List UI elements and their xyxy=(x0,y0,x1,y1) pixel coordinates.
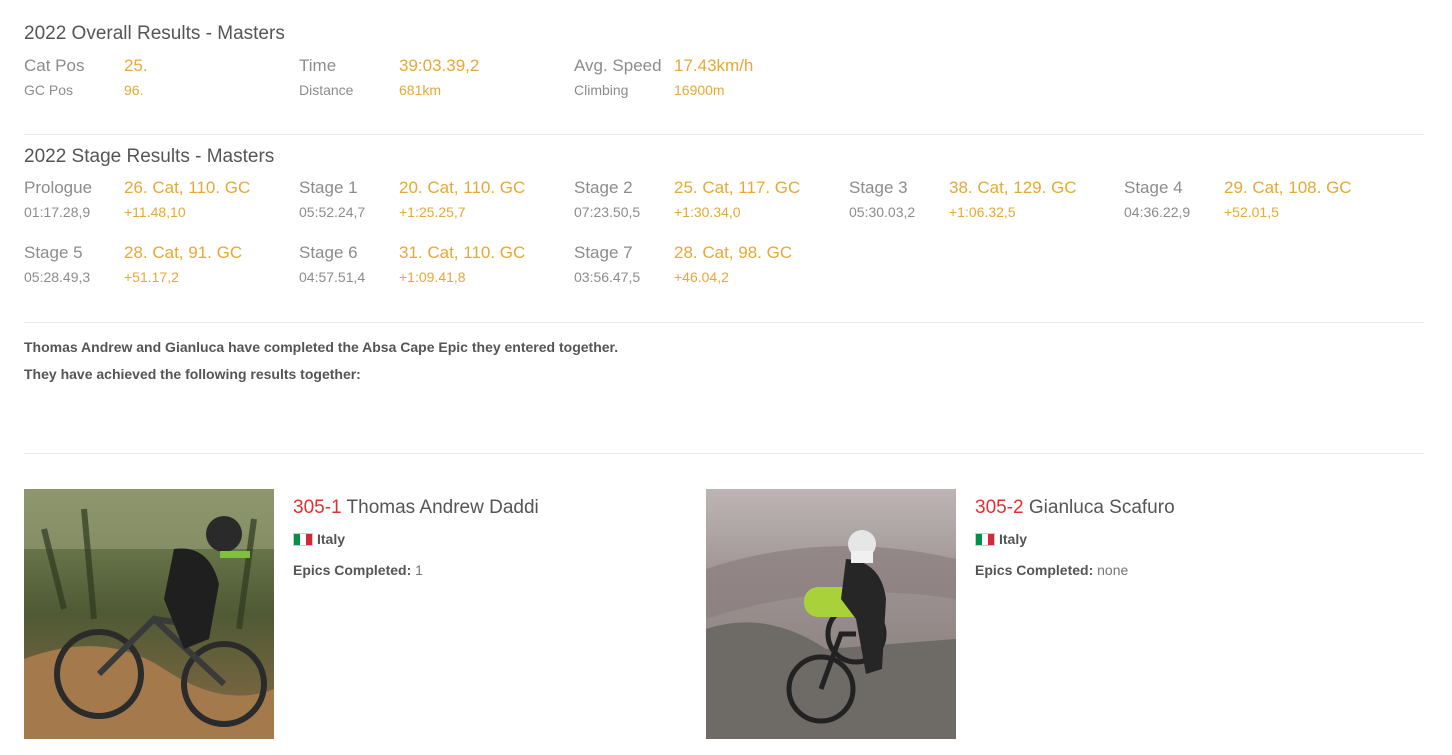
rider-full-name: Gianluca Scafuro xyxy=(1028,497,1175,518)
epics-value: 1 xyxy=(415,562,423,578)
stage-time: 05:52.24,7 xyxy=(299,204,366,220)
stage-gap: +52.01,5 xyxy=(1224,204,1279,220)
stage-name: Stage 3 xyxy=(849,178,908,197)
stage-result: 20. Cat, 110. GC xyxy=(399,178,526,197)
stage-gap: +1:06.32,5 xyxy=(949,204,1016,220)
stage-result: 31. Cat, 110. GC xyxy=(399,243,526,262)
epics-label: Epics Completed: xyxy=(293,562,412,578)
epics-completed: Epics Completed: 1 xyxy=(293,562,423,578)
stage-result: 28. Cat, 98. GC xyxy=(674,243,793,262)
rider-photo[interactable] xyxy=(24,489,274,739)
distance-label: Distance xyxy=(299,82,354,98)
rider-photo[interactable] xyxy=(706,489,956,739)
cat-pos-label: Cat Pos xyxy=(24,56,85,75)
rider-bib: 305-2 xyxy=(975,497,1024,518)
stage-name: Prologue xyxy=(24,178,93,197)
stage-gap: +1:25.25,7 xyxy=(399,204,466,220)
stage-name: Stage 2 xyxy=(574,178,633,197)
divider xyxy=(24,134,1424,135)
stage-gap: +1:30.34,0 xyxy=(674,204,741,220)
stage-name: Stage 4 xyxy=(1124,178,1183,197)
gc-pos-label: GC Pos xyxy=(24,82,74,98)
time-value: 39:03.39,2 xyxy=(399,56,480,75)
stage-gap: +51.17,2 xyxy=(124,269,179,285)
stage-result: 26. Cat, 110. GC xyxy=(124,178,251,197)
stage-gap: +1:09.41,8 xyxy=(399,269,466,285)
country-name: Italy xyxy=(317,531,346,547)
divider xyxy=(24,322,1424,323)
stage-time: 04:57.51,4 xyxy=(299,269,366,285)
italy-flag-icon xyxy=(293,532,313,546)
stage-gap: +46.04,2 xyxy=(674,269,729,285)
team-note-line: They have achieved the following results… xyxy=(24,366,361,382)
avg-speed-value: 17.43km/h xyxy=(674,56,754,75)
cat-pos-value: 25. xyxy=(124,56,148,75)
overall-results-title: 2022 Overall Results - Masters xyxy=(24,23,285,44)
stage-time: 01:17.28,9 xyxy=(24,204,91,220)
epics-value: none xyxy=(1097,562,1129,578)
rider-full-name: Thomas Andrew Daddi xyxy=(346,497,539,518)
stage-result: 29. Cat, 108. GC xyxy=(1224,178,1352,197)
stage-results-title: 2022 Stage Results - Masters xyxy=(24,146,275,167)
stage-result: 28. Cat, 91. GC xyxy=(124,243,243,262)
rider-bib: 305-1 xyxy=(293,497,342,518)
stage-name: Stage 5 xyxy=(24,243,83,262)
stage-result: 38. Cat, 129. GC xyxy=(949,178,1077,197)
rider-photo-image xyxy=(24,489,274,739)
divider xyxy=(24,453,1424,454)
epics-label: Epics Completed: xyxy=(975,562,1094,578)
stage-gap: +11.48,10 xyxy=(124,204,186,220)
country-name: Italy xyxy=(999,531,1028,547)
stage-name: Stage 1 xyxy=(299,178,358,197)
stage-time: 03:56.47,5 xyxy=(574,269,641,285)
rider-name[interactable]: 305-2 Gianluca Scafuro xyxy=(975,497,1175,519)
rider-country: Italy xyxy=(293,531,345,547)
team-note-line: Thomas Andrew and Gianluca have complete… xyxy=(24,339,619,355)
italy-flag-icon xyxy=(975,532,995,546)
avg-speed-label: Avg. Speed xyxy=(574,56,662,75)
gc-pos-value: 96. xyxy=(124,82,144,98)
stage-name: Stage 7 xyxy=(574,243,633,262)
rider-name[interactable]: 305-1 Thomas Andrew Daddi xyxy=(293,497,539,519)
stage-time: 05:28.49,3 xyxy=(24,269,91,285)
time-label: Time xyxy=(299,56,337,75)
rider-photo-image xyxy=(706,489,956,739)
rider-country: Italy xyxy=(975,531,1027,547)
stage-time: 05:30.03,2 xyxy=(849,204,916,220)
climbing-value: 16900m xyxy=(674,82,725,98)
stage-time: 07:23.50,5 xyxy=(574,204,641,220)
stage-time: 04:36.22,9 xyxy=(1124,204,1191,220)
stage-result: 25. Cat, 117. GC xyxy=(674,178,801,197)
stage-name: Stage 6 xyxy=(299,243,358,262)
distance-value: 681km xyxy=(399,82,442,98)
climbing-label: Climbing xyxy=(574,82,629,98)
epics-completed: Epics Completed: none xyxy=(975,562,1128,578)
